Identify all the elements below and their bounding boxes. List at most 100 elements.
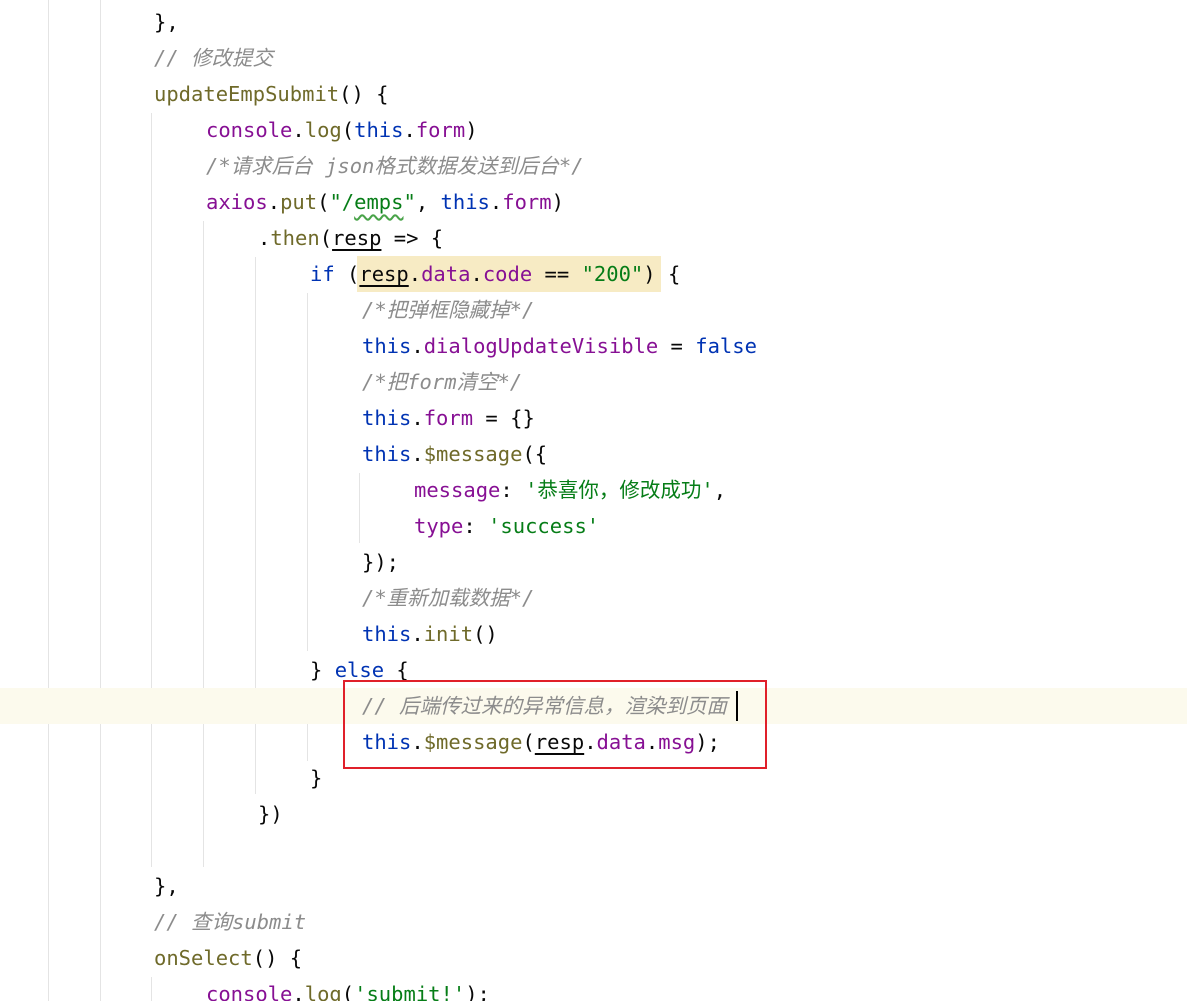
code-token: {: [384, 658, 409, 682]
code-token: 'submit!': [354, 982, 466, 1001]
code-token: updateEmpSubmit: [154, 82, 340, 106]
code-token: dialogUpdateVisible: [423, 334, 659, 358]
code-token: .: [411, 406, 424, 430]
code-line[interactable]: // 查询submit: [0, 904, 1187, 940]
code-token: init: [423, 622, 474, 646]
code-line[interactable]: [0, 832, 1187, 868]
code-token: .: [403, 118, 416, 142]
code-line[interactable]: });: [0, 544, 1187, 580]
code-token: form: [502, 190, 552, 214]
code-token: (: [341, 118, 355, 142]
code-line[interactable]: this.init(): [0, 616, 1187, 652]
code-token: /*把弹框隐藏掉*/: [362, 298, 535, 322]
code-line[interactable]: axios.put("/emps", this.form): [0, 184, 1187, 220]
code-token: ": [403, 190, 416, 214]
code-token: then: [270, 226, 320, 250]
code-token: .: [411, 334, 424, 358]
code-line[interactable]: // 修改提交: [0, 40, 1187, 76]
code-token: console: [206, 118, 293, 142]
code-token: '恭喜你，修改成功': [525, 478, 714, 502]
code-token: false: [695, 334, 757, 358]
code-token: .: [411, 442, 424, 466]
code-token: this: [362, 406, 412, 430]
code-token: console: [206, 982, 293, 1001]
code-token: ({: [522, 442, 548, 466]
code-token: code: [482, 262, 533, 286]
code-line[interactable]: message: '恭喜你，修改成功',: [0, 472, 1187, 508]
code-token: :: [500, 478, 526, 502]
code-token: emps: [354, 190, 404, 214]
code-token: form: [423, 406, 474, 430]
code-token: // 修改提交: [154, 46, 274, 70]
code-token: (): [473, 622, 498, 646]
code-token: => {: [381, 226, 444, 250]
code-line[interactable]: /*把form清空*/: [0, 364, 1187, 400]
code-token: put: [280, 190, 318, 214]
code-token: data: [421, 262, 471, 286]
code-token: () {: [252, 946, 303, 970]
code-token: ) {: [643, 262, 681, 286]
code-token: },: [154, 10, 179, 34]
code-line[interactable]: /*请求后台 json格式数据发送到后台*/: [0, 148, 1187, 184]
code-token: if: [310, 262, 335, 286]
code-line[interactable]: this.form = {}: [0, 400, 1187, 436]
code-token: );: [465, 982, 490, 1001]
code-token: .: [292, 982, 305, 1001]
code-token: /*把form清空*/: [362, 370, 523, 394]
code-token: .: [267, 190, 281, 214]
code-token: ): [551, 190, 564, 214]
code-token: /*请求后台 json格式数据发送到后台*/: [206, 154, 584, 178]
code-token: ): [465, 118, 478, 142]
code-line[interactable]: type: 'success': [0, 508, 1187, 544]
code-line[interactable]: onSelect() {: [0, 940, 1187, 976]
code-token: .: [489, 190, 503, 214]
code-token: (: [317, 190, 330, 214]
code-token: this: [440, 190, 490, 214]
code-token: log: [304, 982, 342, 1001]
code-token: type: [414, 514, 464, 538]
code-token: $message: [423, 442, 523, 466]
code-token: .: [408, 262, 422, 286]
code-token: this: [362, 622, 412, 646]
code-token: 'success': [488, 514, 600, 538]
code-line[interactable]: }): [0, 796, 1187, 832]
code-line[interactable]: },: [0, 4, 1187, 40]
code-token: .: [292, 118, 305, 142]
code-token: }): [258, 802, 283, 826]
code-token: });: [362, 550, 400, 574]
code-token: resp: [359, 262, 409, 286]
code-line[interactable]: console.log(this.form): [0, 112, 1187, 148]
code-line[interactable]: /*把弹框隐藏掉*/: [0, 292, 1187, 328]
code-line[interactable]: /*重新加载数据*/: [0, 580, 1187, 616]
code-token: this: [362, 334, 412, 358]
code-token: // 查询submit: [154, 910, 307, 934]
code-token: (: [334, 262, 360, 286]
code-token: ,: [415, 190, 441, 214]
code-token: /*重新加载数据*/: [362, 586, 535, 610]
code-token: form: [415, 118, 466, 142]
code-token: },: [154, 874, 179, 898]
code-token: .: [258, 226, 271, 250]
code-token: this: [354, 118, 404, 142]
code-line[interactable]: this.$message({: [0, 436, 1187, 472]
code-token: }: [310, 766, 323, 790]
code-editor[interactable]: }, // 修改提交 updateEmpSubmit() { console.l…: [0, 0, 1187, 1001]
code-line[interactable]: updateEmpSubmit() {: [0, 76, 1187, 112]
code-token: this: [362, 442, 412, 466]
code-token: = {}: [473, 406, 535, 430]
code-token: (: [319, 226, 333, 250]
code-line[interactable]: this.dialogUpdateVisible = false: [0, 328, 1187, 364]
code-token: ==: [532, 262, 582, 286]
code-line[interactable]: .then(resp => {: [0, 220, 1187, 256]
code-token: .: [411, 622, 424, 646]
code-line[interactable]: },: [0, 868, 1187, 904]
code-token: :: [463, 514, 489, 538]
code-line[interactable]: if (resp.data.code == "200") {: [0, 256, 1187, 292]
code-token: (: [341, 982, 355, 1001]
code-token: resp: [332, 226, 382, 250]
code-token: "/: [329, 190, 355, 214]
annotation-highlight-box: [343, 680, 767, 769]
code-token: else: [334, 658, 385, 682]
code-line[interactable]: console.log('submit!');: [0, 976, 1187, 1001]
code-token: () {: [339, 82, 389, 106]
